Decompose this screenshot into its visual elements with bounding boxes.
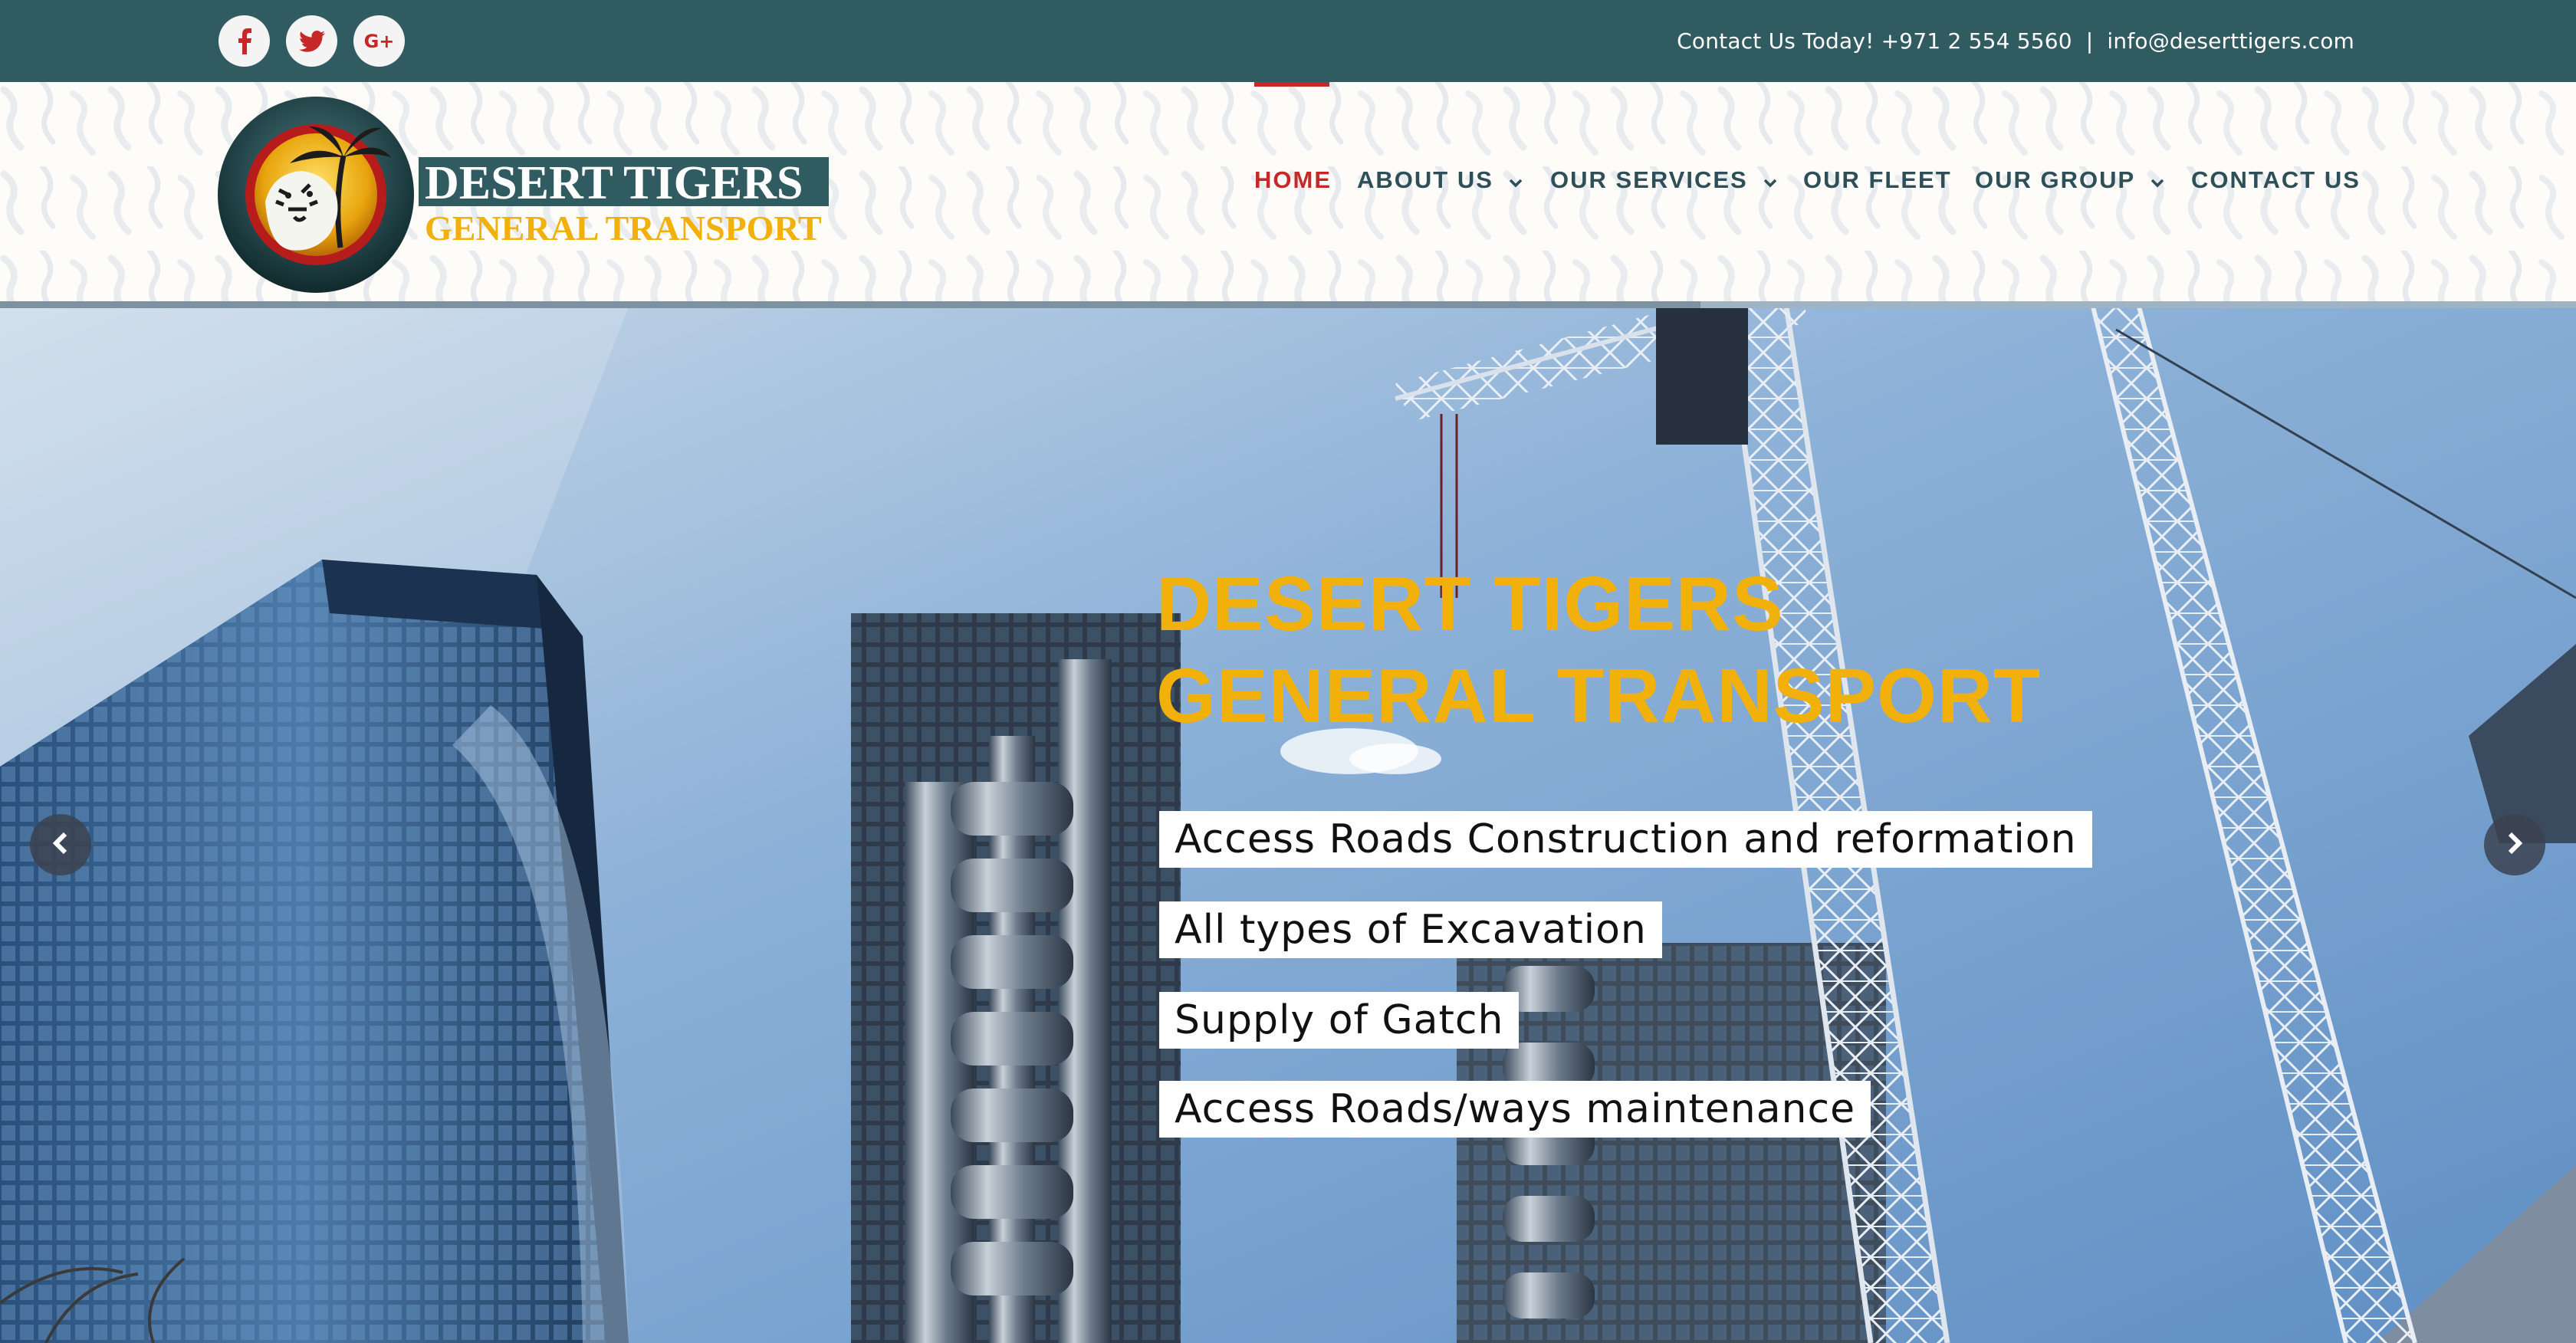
- nav-about-us-label: ABOUT US: [1357, 166, 1493, 193]
- site-logo[interactable]: DESERT TIGERS GENERAL TRANSPORT: [218, 94, 831, 295]
- chevron-down-icon: [2150, 166, 2164, 194]
- nav-our-fleet[interactable]: OUR FLEET: [1803, 165, 1952, 195]
- service-item: All types of Excavation: [1159, 901, 1662, 958]
- slide-title-line2: GENERAL TRANSPORT: [1156, 653, 2042, 739]
- chevron-left-icon: [51, 831, 70, 859]
- nav-our-services-label: OUR SERVICES: [1550, 166, 1748, 193]
- slider-progress-bar: [0, 301, 2576, 308]
- nav-our-fleet-label: OUR FLEET: [1803, 166, 1952, 193]
- nav-our-group-label: OUR GROUP: [1975, 166, 2136, 193]
- contact-separator: |: [2085, 28, 2094, 54]
- slide-title-line1: DESERT TIGERS: [1156, 561, 1784, 647]
- logo-line2: GENERAL TRANSPORT: [425, 209, 822, 248]
- nav-home-label: HOME: [1254, 166, 1332, 193]
- google-plus-glyph: G+: [363, 30, 395, 52]
- nav-contact-us[interactable]: CONTACT US: [2191, 165, 2361, 195]
- logo-line1: DESERT TIGERS: [425, 157, 803, 209]
- google-plus-icon[interactable]: G+: [353, 15, 405, 67]
- slide-title: DESERT TIGERS GENERAL TRANSPORT: [1156, 558, 2041, 742]
- top-bar: G+ Contact Us Today! +971 2 554 5560 | i…: [0, 0, 2576, 82]
- chevron-down-icon: [1509, 166, 1523, 194]
- nav-about-us[interactable]: ABOUT US: [1357, 165, 1523, 195]
- facebook-icon[interactable]: [219, 15, 270, 67]
- service-item: Supply of Gatch: [1159, 992, 1520, 1049]
- active-nav-indicator: [1254, 82, 1329, 87]
- slider-progress-fill: [0, 301, 1700, 308]
- site-header: DESERT TIGERS GENERAL TRANSPORT HOME ABO…: [0, 82, 2576, 307]
- chevron-right-icon: [2505, 831, 2524, 859]
- service-item: Access Roads/ways maintenance: [1159, 1081, 1871, 1138]
- chevron-down-icon: [1763, 166, 1777, 194]
- slider-next-button[interactable]: [2484, 814, 2545, 875]
- slider-prev-button[interactable]: [30, 814, 91, 875]
- contact-email-link[interactable]: info@deserttigers.com: [2107, 28, 2354, 54]
- nav-contact-us-label: CONTACT US: [2191, 166, 2361, 193]
- hero-slider: DESERT TIGERS GENERAL TRANSPORT Access R…: [0, 307, 2576, 1343]
- nav-home[interactable]: HOME: [1254, 165, 1332, 195]
- contact-info: Contact Us Today! +971 2 554 5560 | info…: [1677, 0, 2354, 82]
- nav-our-services[interactable]: OUR SERVICES: [1550, 165, 1777, 195]
- nav-our-group[interactable]: OUR GROUP: [1975, 165, 2164, 195]
- twitter-icon[interactable]: [286, 15, 337, 67]
- service-item: Access Roads Construction and reformatio…: [1159, 811, 2092, 868]
- contact-phone: Contact Us Today! +971 2 554 5560: [1677, 28, 2072, 54]
